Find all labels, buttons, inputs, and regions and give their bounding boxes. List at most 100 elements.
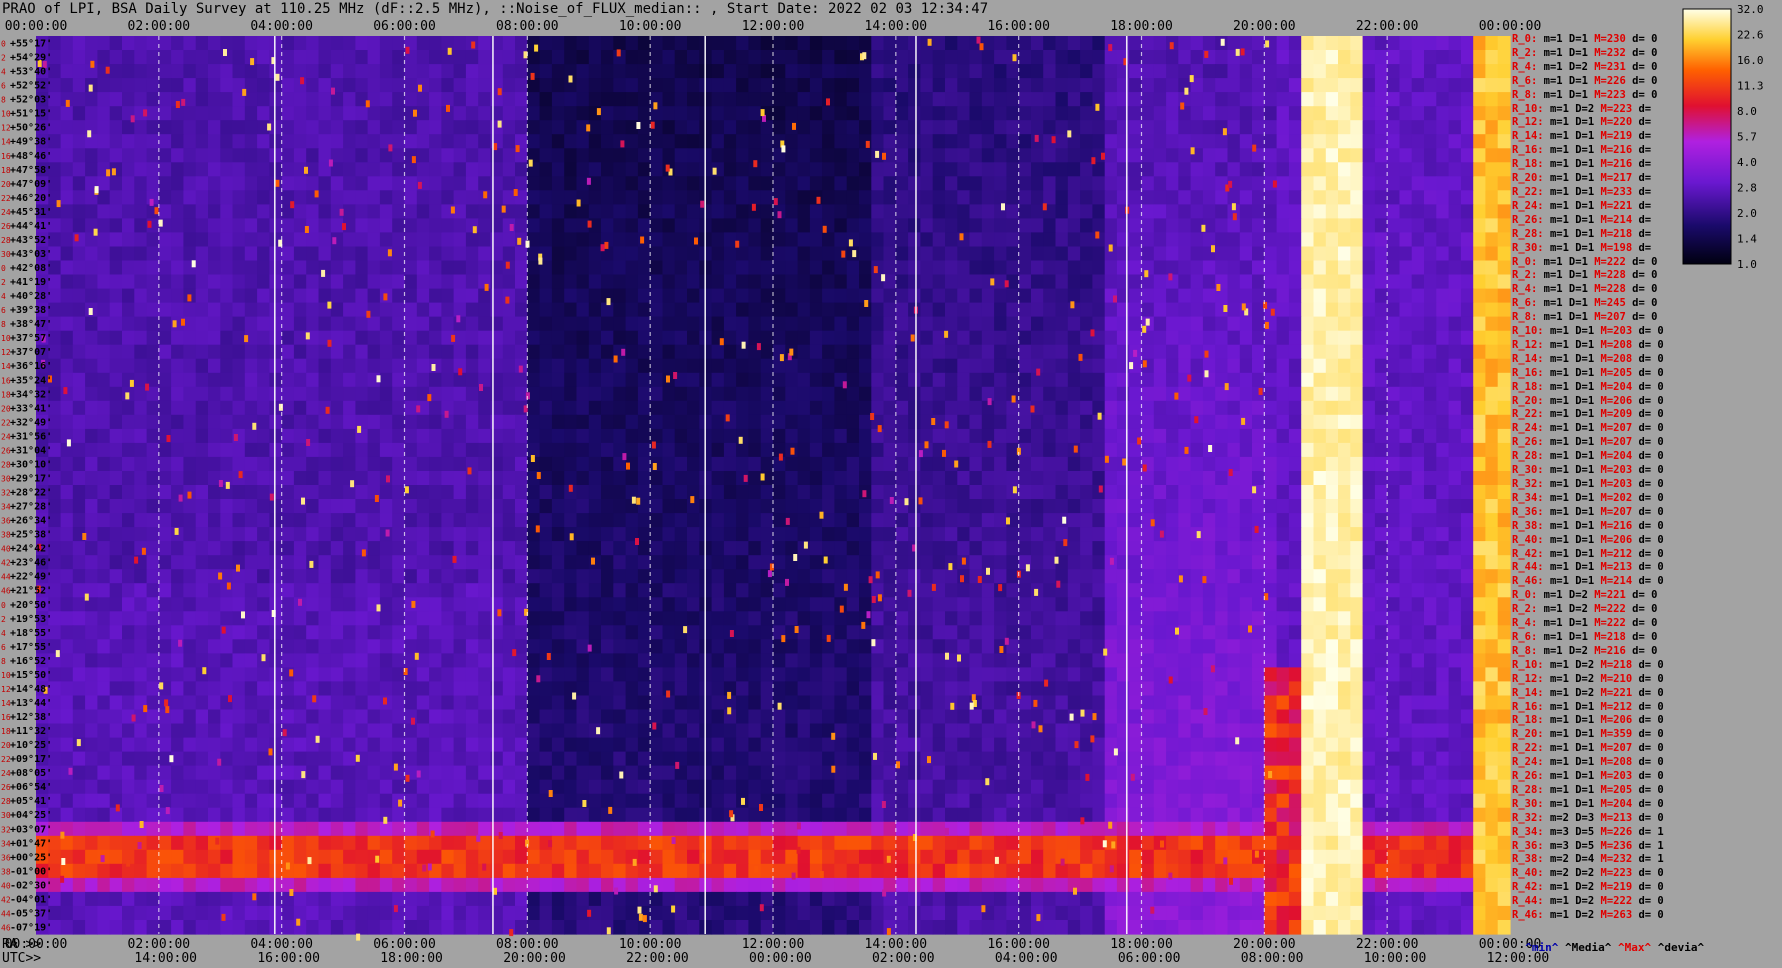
heat-cell — [1252, 204, 1265, 219]
heat-cell — [343, 527, 356, 542]
heat-cell — [318, 106, 332, 121]
heat-cell — [773, 274, 786, 290]
heat-cell — [564, 274, 578, 290]
heat-cell — [601, 330, 614, 346]
heat-cell — [797, 386, 811, 402]
heat-cell — [416, 92, 430, 107]
heat-cell — [908, 414, 921, 430]
heat-cell — [809, 330, 823, 346]
heat-cell — [330, 316, 344, 332]
heat-cell — [134, 485, 148, 500]
heat-cell — [392, 106, 406, 121]
heat-cell — [1202, 513, 1216, 528]
heat-cell — [134, 162, 148, 177]
heat-cell — [662, 471, 676, 486]
heat-cell — [1301, 204, 1315, 219]
heat-cell — [981, 288, 995, 304]
heat-cell — [208, 555, 221, 570]
heat-cell — [171, 386, 184, 402]
heat-cell — [1252, 358, 1265, 374]
heat-cell — [269, 442, 283, 458]
heat-cell — [551, 302, 565, 318]
heat-cell — [1288, 569, 1302, 584]
heat-cell — [1239, 148, 1253, 163]
heat-cell — [760, 583, 774, 598]
heat-cell — [1387, 569, 1401, 584]
heat-cell — [1031, 78, 1044, 93]
heat-cell — [883, 176, 897, 191]
heat-cell — [711, 428, 725, 444]
heat-cell — [404, 428, 418, 444]
heat-cell — [576, 78, 590, 93]
heat-cell — [687, 569, 700, 584]
heat-cell — [1325, 527, 1339, 542]
heat-cell — [281, 555, 295, 570]
heat-cell — [809, 162, 823, 177]
heat-cell — [945, 316, 958, 332]
heat-cell — [244, 611, 258, 626]
heat-cell — [981, 134, 995, 149]
heat-cell — [392, 583, 406, 598]
heat-cell — [183, 78, 197, 93]
heat-cell — [465, 106, 479, 121]
heat-cell — [1399, 330, 1413, 346]
heat-cell — [1055, 176, 1069, 191]
heat-cell — [1043, 499, 1057, 514]
heat-cell — [1276, 569, 1290, 584]
heat-cell — [736, 274, 749, 290]
heat-cell — [232, 246, 246, 262]
heat-cell — [809, 428, 823, 444]
heat-cell — [1374, 64, 1388, 79]
heat-cell — [895, 120, 909, 135]
heat-cell — [650, 414, 664, 430]
heat-cell — [674, 134, 688, 149]
heat-cell — [773, 485, 786, 500]
heat-cell — [1252, 513, 1265, 528]
heat-cell — [367, 64, 381, 79]
heat-cell — [871, 344, 885, 360]
heat-cell — [1436, 597, 1450, 612]
heat-cell — [1202, 92, 1216, 107]
heat-cell — [1129, 442, 1143, 458]
heat-cell — [502, 555, 516, 570]
heat-cell — [1031, 386, 1044, 402]
heat-cell — [1313, 36, 1327, 51]
heat-cell — [674, 204, 688, 219]
heat-cell — [932, 78, 946, 93]
heat-cell — [662, 583, 676, 598]
heat-cell — [1080, 190, 1093, 205]
heat-cell — [736, 499, 749, 514]
heat-cell — [687, 414, 700, 430]
heat-cell — [1043, 50, 1057, 65]
heat-cell — [1239, 555, 1253, 570]
heat-cell — [773, 288, 786, 304]
heat-cell — [306, 120, 320, 135]
heat-cell — [601, 204, 614, 219]
heat-cell — [1215, 485, 1229, 500]
heat-cell — [367, 400, 381, 416]
heat-cell — [306, 64, 320, 79]
heat-cell — [1338, 36, 1351, 51]
heat-cell — [527, 499, 541, 514]
heat-cell — [1067, 274, 1081, 290]
heat-cell — [208, 330, 221, 346]
heat-cell — [183, 428, 197, 444]
heat-cell — [1288, 513, 1302, 528]
heat-cell — [1301, 176, 1315, 191]
heat-cell — [895, 541, 909, 556]
heat-cell — [208, 485, 221, 500]
heat-cell — [1374, 50, 1388, 65]
heat-cell — [1301, 330, 1315, 346]
heat-cell — [895, 471, 909, 486]
heat-cell — [379, 176, 393, 191]
heat-cell — [158, 176, 172, 191]
heat-cell — [625, 50, 639, 65]
heat-cell — [1190, 106, 1204, 121]
heat-cell — [822, 471, 835, 486]
heat-cell — [134, 597, 148, 612]
heat-cell — [85, 36, 98, 51]
heat-cell — [158, 92, 172, 107]
heat-cell — [1424, 316, 1437, 332]
heat-cell — [367, 344, 381, 360]
heat-cell — [367, 232, 381, 247]
